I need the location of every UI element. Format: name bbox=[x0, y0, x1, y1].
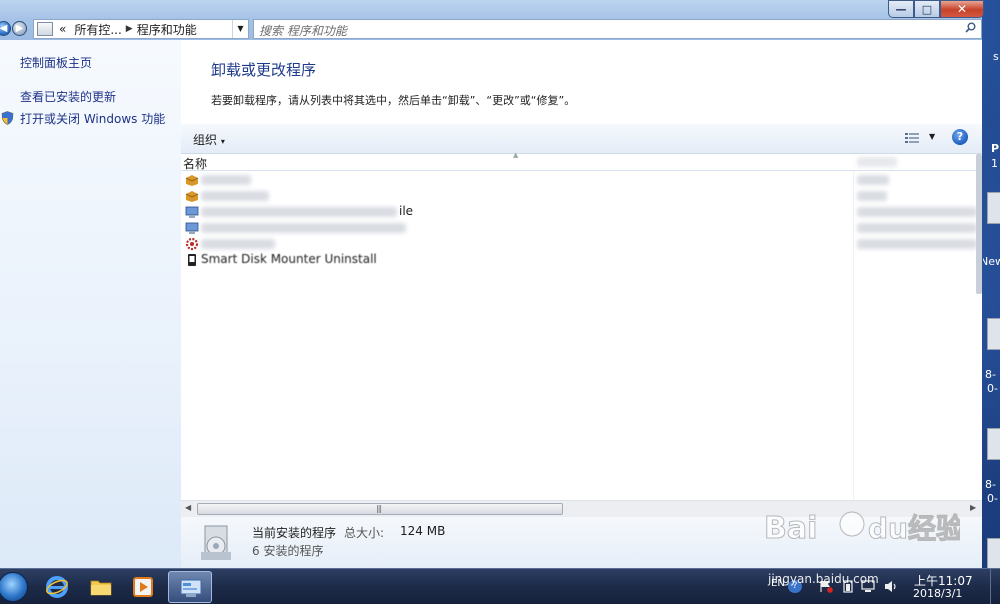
program-name-blurred bbox=[201, 223, 406, 233]
details-title: 当前安装的程序 bbox=[252, 526, 337, 540]
program-list: ile Smart Disk Mounter Uninstall bbox=[181, 172, 982, 268]
desktop-new-label: New bbox=[983, 255, 1000, 268]
taskbar-ie-button[interactable] bbox=[35, 571, 79, 603]
vertical-scrollbar-thumb[interactable] bbox=[976, 154, 982, 294]
publisher-blurred bbox=[857, 191, 887, 201]
total-size-label: 总大小: bbox=[344, 526, 385, 540]
desktop-text: P bbox=[991, 142, 1000, 155]
desktop-text: 8- bbox=[985, 478, 996, 491]
folder-icon bbox=[90, 580, 112, 596]
svg-text:Bai: Bai bbox=[764, 511, 817, 546]
installer-box-icon bbox=[185, 175, 199, 186]
main-content: 卸载或更改程序 若要卸载程序，请从列表中将其选中，然后单击“卸载”、“更改”或“… bbox=[181, 40, 982, 568]
taskbar-media-player-button[interactable] bbox=[121, 571, 165, 603]
forward-button[interactable]: ▶ bbox=[12, 21, 27, 36]
minimize-button[interactable]: — bbox=[888, 0, 914, 18]
clock-date[interactable]: 2018/3/1 bbox=[913, 587, 962, 600]
program-name-blurred bbox=[201, 207, 397, 217]
list-item[interactable]: Smart Disk Mounter Uninstall bbox=[181, 252, 982, 268]
total-size-value: 124 MB bbox=[400, 524, 446, 538]
window-controls: — □ ✕ bbox=[888, 0, 984, 18]
desktop-file-icon[interactable] bbox=[987, 192, 1000, 224]
volume-icon[interactable] bbox=[884, 580, 898, 593]
scroll-left-icon[interactable]: ◀ bbox=[185, 503, 191, 512]
command-bar: 组织 ▾ ▼ ? bbox=[181, 124, 982, 154]
search-placeholder: 搜索 程序和功能 bbox=[259, 24, 347, 38]
breadcrumb-programs[interactable]: 程序和功能 bbox=[137, 21, 197, 38]
maximize-button[interactable]: □ bbox=[914, 0, 940, 18]
internet-explorer-icon bbox=[46, 576, 68, 598]
publisher-blurred bbox=[857, 175, 889, 185]
list-item[interactable] bbox=[181, 188, 982, 204]
framework-icon bbox=[185, 222, 199, 234]
desktop-file-icon[interactable] bbox=[987, 318, 1000, 350]
desktop-text: 8- bbox=[985, 368, 996, 381]
list-item[interactable]: ile bbox=[181, 204, 982, 220]
list-header: ▲ 名称 bbox=[181, 151, 982, 172]
list-item[interactable] bbox=[181, 220, 982, 236]
desktop-text: 0- bbox=[987, 382, 998, 395]
publisher-blurred bbox=[857, 207, 977, 217]
program-name-blurred bbox=[201, 175, 251, 185]
desktop-file-icon[interactable] bbox=[987, 428, 1000, 460]
taskbar-explorer-button[interactable] bbox=[79, 571, 123, 603]
page-title: 卸载或更改程序 bbox=[211, 61, 317, 79]
media-player-icon bbox=[133, 577, 153, 597]
address-bar[interactable]: « 所有控... ▶ 程序和功能 ▼ bbox=[33, 19, 249, 39]
address-dropdown-icon[interactable]: ▼ bbox=[232, 20, 248, 38]
show-desktop-button[interactable] bbox=[990, 569, 1000, 604]
list-item[interactable] bbox=[181, 172, 982, 188]
search-icon[interactable] bbox=[965, 22, 976, 33]
gear-red-icon bbox=[185, 237, 199, 251]
help-icon[interactable]: ? bbox=[952, 129, 968, 145]
instructions-text: 若要卸载程序，请从列表中将其选中，然后单击“卸载”、“更改”或“修复”。 bbox=[211, 94, 576, 107]
publisher-blurred bbox=[857, 239, 977, 249]
program-name-tail: ile bbox=[399, 204, 414, 218]
view-dropdown-icon[interactable]: ▼ bbox=[929, 132, 935, 141]
program-name-blurred bbox=[201, 239, 275, 249]
taskbar-control-panel-button[interactable] bbox=[168, 571, 212, 603]
installed-count: 6 安装的程序 bbox=[252, 544, 324, 558]
desktop-text: 1 bbox=[991, 157, 998, 170]
installed-programs-icon bbox=[201, 525, 231, 560]
grip-icon: ||| bbox=[376, 504, 382, 513]
desktop-text: s bbox=[993, 50, 999, 63]
breadcrumb-separator-icon: ▶ bbox=[125, 24, 133, 34]
turn-windows-features-link[interactable]: 打开或关闭 Windows 功能 bbox=[20, 110, 165, 127]
left-task-pane: 控制面板主页 查看已安装的更新 打开或关闭 Windows 功能 bbox=[0, 40, 181, 568]
close-button[interactable]: ✕ bbox=[940, 0, 984, 18]
publisher-blurred bbox=[857, 223, 977, 233]
address-prefix: « bbox=[59, 22, 67, 36]
programs-and-features-window: — □ ✕ ◀ ▶ « 所有控... ▶ 程序和功能 ▼ 搜索 程序和功能 控制… bbox=[0, 0, 984, 568]
baidu-watermark-logo: Bai du经验 bbox=[764, 511, 961, 547]
horizontal-scroll-thumb[interactable]: ||| bbox=[197, 503, 563, 515]
control-panel-home-link[interactable]: 控制面板主页 bbox=[20, 54, 92, 71]
program-name-blurred bbox=[201, 191, 269, 201]
framework-icon bbox=[185, 206, 199, 218]
installer-box-icon bbox=[185, 191, 199, 202]
column-header-name[interactable]: 名称 bbox=[183, 155, 207, 172]
desktop-strip: s P 1 New 8- 0- 8- 0- bbox=[983, 0, 1000, 568]
control-panel-icon bbox=[180, 579, 202, 597]
desktop-text: 0- bbox=[987, 492, 998, 505]
shield-icon bbox=[1, 111, 14, 125]
start-button[interactable] bbox=[0, 572, 28, 602]
view-installed-updates-link[interactable]: 查看已安装的更新 bbox=[20, 88, 116, 105]
title-bar: — □ ✕ ◀ ▶ « 所有控... ▶ 程序和功能 ▼ 搜索 程序和功能 bbox=[0, 0, 984, 40]
watermark-url: jingyan.baidu.com bbox=[768, 572, 879, 586]
search-input[interactable]: 搜索 程序和功能 bbox=[253, 19, 982, 39]
view-options-icon[interactable] bbox=[904, 132, 920, 146]
desktop-file-icon[interactable] bbox=[987, 538, 1000, 568]
sort-arrow-icon: ▲ bbox=[513, 151, 519, 159]
back-button[interactable]: ◀ bbox=[0, 21, 11, 36]
list-item[interactable] bbox=[181, 236, 982, 252]
program-name: Smart Disk Mounter Uninstall bbox=[201, 252, 377, 266]
svg-text:du经验: du经验 bbox=[868, 512, 960, 545]
column-header-publisher[interactable] bbox=[857, 157, 897, 167]
device-icon bbox=[188, 254, 196, 266]
control-panel-icon bbox=[37, 22, 53, 36]
scroll-right-icon[interactable]: ▶ bbox=[970, 503, 976, 512]
breadcrumb-control-panel[interactable]: 所有控... bbox=[74, 21, 121, 38]
organize-button[interactable]: 组织 ▾ bbox=[193, 131, 225, 148]
